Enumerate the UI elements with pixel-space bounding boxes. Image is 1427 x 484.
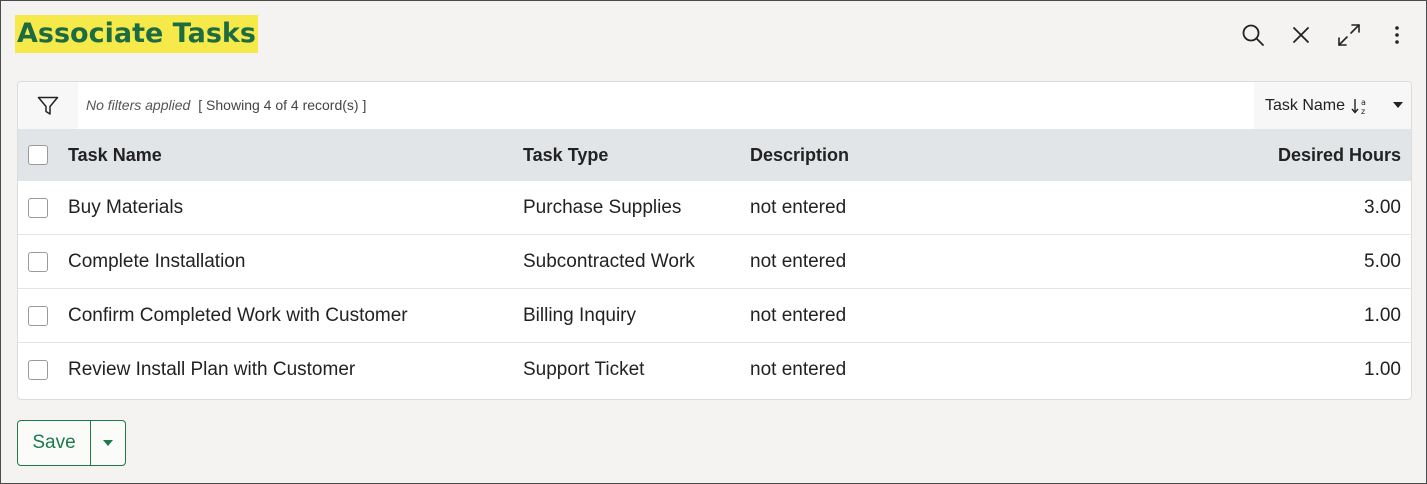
row-checkbox[interactable] [28,197,48,218]
sort-ascending-icon: a z [1351,97,1371,115]
column-header-desired-hours[interactable]: Desired Hours [1170,129,1411,181]
description-cell: not entered [750,288,1170,343]
table-row[interactable]: Buy Materials Purchase Supplies not ente… [18,181,1411,235]
chevron-down-icon [103,440,113,446]
task-name-cell: Confirm Completed Work with Customer [68,288,523,343]
filter-bar: No filters applied [ Showing 4 of 4 recor… [18,82,1411,129]
search-icon [1242,24,1264,46]
task-name-cell: Buy Materials [68,181,523,235]
dialog-title: Associate Tasks [15,15,258,53]
expand-icon [1338,24,1360,46]
save-button[interactable]: Save [18,421,90,465]
column-header-task-type[interactable]: Task Type [523,129,750,181]
record-count: [ Showing 4 of 4 record(s) ] [198,97,367,113]
filter-button[interactable] [18,82,78,129]
task-name-cell: Review Install Plan with Customer [68,358,356,380]
description-cell: not entered [750,234,1170,289]
filter-icon [37,96,59,115]
select-all-cell [18,129,68,181]
desired-hours-cell: 5.00 [1170,234,1411,289]
sort-dropdown[interactable]: Task Name a z [1254,82,1411,129]
tasks-grid: No filters applied [ Showing 4 of 4 recor… [17,81,1412,400]
svg-text:z: z [1361,107,1365,115]
desired-hours-cell: 3.00 [1170,181,1411,235]
search-button[interactable] [1238,20,1268,50]
header-actions [1238,19,1412,51]
desired-hours-cell: 1.00 [1170,288,1411,343]
close-icon [1293,27,1309,43]
more-options-button[interactable] [1382,20,1412,50]
row-checkbox[interactable] [28,251,48,272]
expand-button[interactable] [1334,20,1364,50]
filter-status-text: No filters applied [86,97,191,113]
table-row[interactable]: Review Install Plan with Customer Suppor… [18,343,1411,397]
associate-tasks-dialog: Associate Tasks No filters applied [Sho… [0,0,1427,484]
table-row[interactable]: Confirm Completed Work with Customer Bil… [18,288,1411,343]
table-row[interactable]: Complete Installation Subcontracted Work… [18,234,1411,289]
task-type-cell: Billing Inquiry [523,288,750,343]
svg-text:a: a [1361,98,1366,107]
desired-hours-cell: 1.00 [1364,358,1401,380]
description-cell: not entered [750,358,847,380]
row-checkbox[interactable] [28,359,48,380]
column-header-description[interactable]: Description [750,129,1170,181]
task-name-cell: Complete Installation [68,234,523,289]
column-header-task-name[interactable]: Task Name [68,129,523,181]
close-button[interactable] [1286,20,1316,50]
task-type-cell: Purchase Supplies [523,181,750,235]
sort-label: Task Name [1265,96,1346,114]
table-header-row: Task Name Task Type Description Desired … [18,129,1411,181]
save-button-group: Save [17,420,126,466]
task-type-cell: Support Ticket [523,358,645,380]
save-options-button[interactable] [91,421,125,465]
more-vertical-icon [1395,26,1399,44]
tasks-table: Task Name Task Type Description Desired … [18,129,1411,396]
row-checkbox[interactable] [28,305,48,326]
task-type-cell: Subcontracted Work [523,234,750,289]
description-cell: not entered [750,181,1170,235]
filter-status: No filters applied [ Showing 4 of 4 recor… [86,82,366,129]
select-all-checkbox[interactable] [28,145,48,165]
sort-caret-icon [1393,102,1403,108]
